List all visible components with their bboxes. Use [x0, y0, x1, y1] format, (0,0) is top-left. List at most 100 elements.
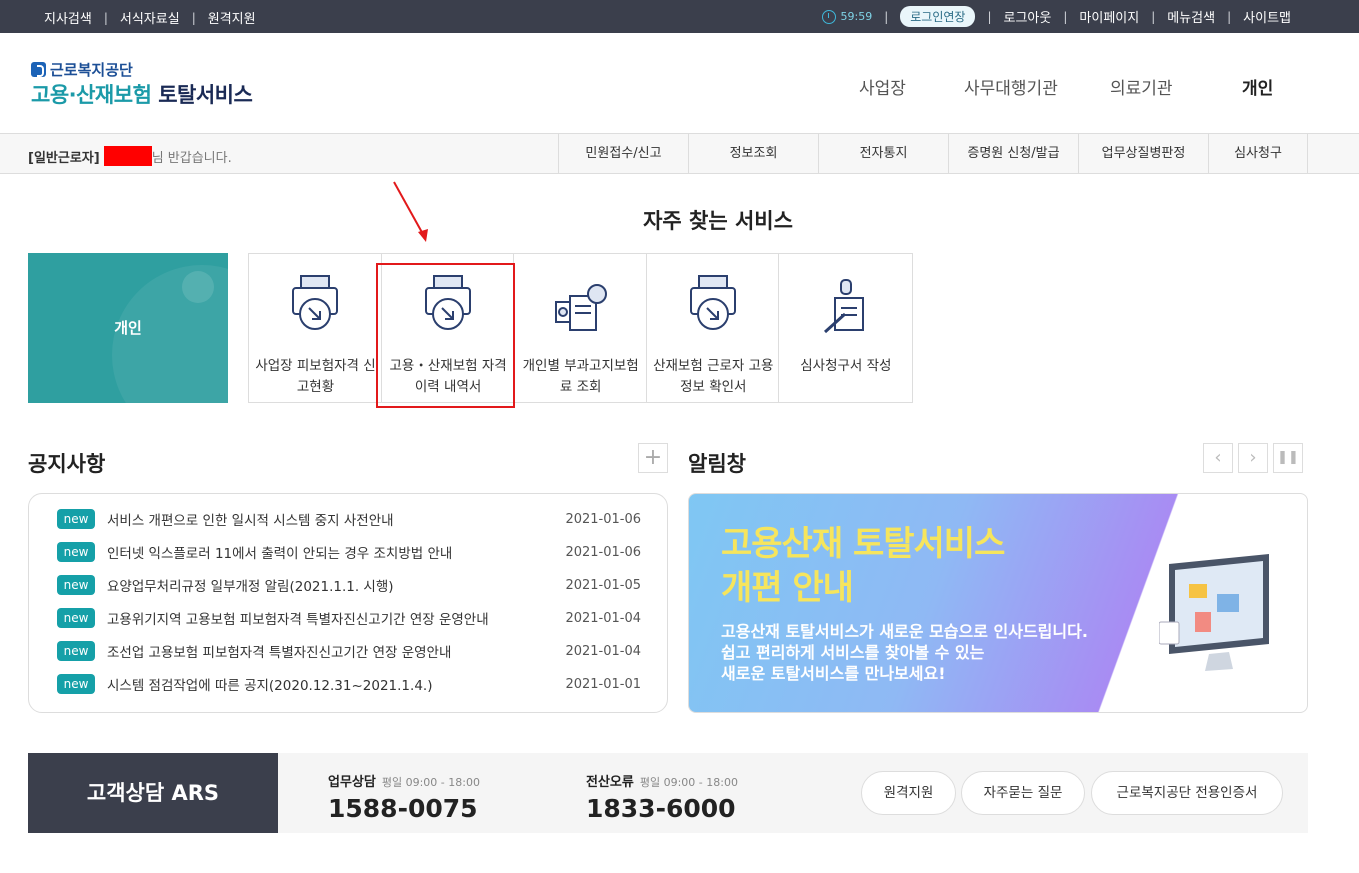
- notice-text: 인터넷 익스플로러 11에서 출력이 안되는 경우 조치방법 안내: [107, 546, 453, 562]
- menu-search-link[interactable]: 메뉴검색: [1167, 7, 1215, 26]
- nav-personal[interactable]: 개인: [1242, 74, 1273, 99]
- nav-medical[interactable]: 의료기관: [1110, 74, 1173, 99]
- monitor-illustration: [1159, 554, 1269, 671]
- certificate-button[interactable]: 근로복지공단 전용인증서: [1091, 771, 1283, 815]
- list-item[interactable]: new 요양업무처리규정 일부개정 알림(2021.1.1. 시행) 2021-…: [57, 574, 641, 596]
- contact-hours: 평일 09:00 - 18:00: [381, 776, 480, 789]
- branch-search-link[interactable]: 지사검색: [44, 8, 92, 27]
- next-slide-button[interactable]: ›: [1238, 443, 1268, 473]
- forms-library-link[interactable]: 서식자료실: [120, 8, 180, 27]
- remote-support-button[interactable]: 원격지원: [861, 771, 956, 815]
- separator: |: [1063, 9, 1068, 24]
- printer-download-icon: [292, 275, 338, 330]
- service-logo[interactable]: 고용·산재보험 토탈서비스: [31, 79, 253, 109]
- highlight-box-annotation: [376, 263, 515, 408]
- banner-text-line: 새로운 토탈서비스를 만나보세요!: [721, 664, 946, 683]
- redacted-username: [103, 146, 152, 166]
- menu-review-request[interactable]: 심사청구: [1208, 134, 1308, 174]
- favorites-title: 자주 찾는 서비스: [643, 209, 793, 233]
- red-arrow-annotation: [393, 181, 428, 242]
- list-item[interactable]: new 조선업 고용보험 피보험자격 특별자진신고기간 연장 운영안내 2021…: [57, 640, 641, 662]
- chevron-left-icon: ‹: [1214, 447, 1222, 468]
- nav-workplace[interactable]: 사업장: [859, 74, 906, 99]
- sub-menu: 민원접수/신고 정보조회 전자통지 증명원 신청/발급 업무상질병판정 심사청구: [558, 134, 1308, 174]
- menu-civil-application[interactable]: 민원접수/신고: [558, 134, 688, 174]
- notices-more-button[interactable]: +: [638, 443, 668, 473]
- separator: |: [884, 9, 889, 24]
- org-name: 근로복지공단: [50, 61, 133, 79]
- service-label: 개인별 부과고지보험료 조회: [522, 358, 639, 395]
- service-label: 심사청구서 작성: [800, 358, 892, 374]
- remote-support-link[interactable]: 원격지원: [208, 8, 256, 27]
- welcome-message: [일반근로자] 님 반갑습니다.: [28, 146, 232, 166]
- new-badge: new: [57, 674, 95, 694]
- notices-title: 공지사항: [28, 452, 106, 476]
- notice-date: 2021-01-04: [565, 643, 641, 659]
- contact-label: 업무상담: [328, 775, 376, 790]
- chevron-right-icon: ›: [1249, 447, 1257, 468]
- list-item[interactable]: new 시스템 점검작업에 따른 공지(2020.12.31~2021.1.4.…: [57, 673, 641, 695]
- faq-button[interactable]: 자주묻는 질문: [961, 771, 1085, 815]
- user-type: [일반근로자]: [28, 150, 100, 166]
- contact-footer: 고객상담 ARS 업무상담 평일 09:00 - 18:00 1588-0075 …: [28, 753, 1308, 833]
- logout-link[interactable]: 로그아웃: [1004, 7, 1052, 26]
- ars-label: 고객상담 ARS: [28, 753, 278, 833]
- service-employment-info-confirm[interactable]: 산재보험 근로자 고용정보 확인서: [647, 254, 780, 402]
- new-badge: new: [57, 641, 95, 661]
- service-review-request-form[interactable]: 심사청구서 작성: [779, 254, 912, 402]
- notice-text: 고용위기지역 고용보험 피보험자격 특별자진신고기간 연장 운영안내: [107, 612, 489, 628]
- session-timer: 59:59: [821, 9, 873, 24]
- list-item[interactable]: new 고용위기지역 고용보험 피보험자격 특별자진신고기간 연장 운영안내 2…: [57, 607, 641, 629]
- alerts-title: 알림창: [688, 452, 746, 476]
- list-item[interactable]: new 서비스 개편으로 인한 일시적 시스템 중지 사전안내 2021-01-…: [57, 508, 641, 530]
- service-workplace-insured-status[interactable]: 사업장 피보험자격 신고현황: [249, 254, 382, 402]
- personal-tile-label: 개인: [114, 319, 142, 337]
- business-consult-contact: 업무상담 평일 09:00 - 18:00 1588-0075: [328, 771, 480, 823]
- pause-slide-button[interactable]: ❚❚: [1273, 443, 1303, 473]
- contact-hours: 평일 09:00 - 18:00: [639, 776, 738, 789]
- menu-e-notice[interactable]: 전자통지: [818, 134, 948, 174]
- new-badge: new: [57, 575, 95, 595]
- greeting-text: 님 반갑습니다.: [151, 150, 232, 166]
- extend-login-button[interactable]: 로그인연장: [900, 6, 976, 27]
- kcomwel-logo-icon: [31, 62, 46, 77]
- service-label: 산재보험 근로자 고용정보 확인서: [653, 358, 774, 395]
- nav-agency[interactable]: 사무대행기관: [964, 74, 1058, 99]
- new-badge: new: [57, 509, 95, 529]
- notice-date: 2021-01-01: [565, 676, 641, 692]
- menu-disease-judgment[interactable]: 업무상질병판정: [1078, 134, 1208, 174]
- top-utility-bar: 지사검색 | 서식자료실 | 원격지원 59:59 | 로그인연장 | 로그아웃…: [0, 0, 1359, 33]
- favorite-services: 사업장 피보험자격 신고현황 고용・산재보험 자격 이력 내역서 개인별 부과고…: [248, 253, 913, 403]
- notice-date: 2021-01-04: [565, 610, 641, 626]
- service-name-rest: 토탈서비스: [158, 83, 253, 107]
- notice-text: 조선업 고용보험 피보험자격 특별자진신고기간 연장 운영안내: [107, 645, 452, 661]
- personal-category-tile[interactable]: 개인: [28, 253, 228, 403]
- menu-info-inquiry[interactable]: 정보조회: [688, 134, 818, 174]
- banner-title-line1: 고용산재 토탈서비스: [721, 524, 1005, 564]
- notices-list: new 서비스 개편으로 인한 일시적 시스템 중지 사전안내 2021-01-…: [28, 493, 668, 713]
- decor-circle: [182, 271, 214, 303]
- separator: |: [1227, 9, 1232, 24]
- it-error-contact: 전산오류 평일 09:00 - 18:00 1833-6000: [586, 771, 738, 823]
- new-badge: new: [57, 608, 95, 628]
- org-logo[interactable]: 근로복지공단: [31, 59, 133, 80]
- contact-number: 1833-6000: [586, 794, 736, 823]
- timer-value: 59:59: [840, 10, 873, 23]
- mypage-link[interactable]: 마이페이지: [1079, 7, 1139, 26]
- sitemap-link[interactable]: 사이트맵: [1243, 7, 1291, 26]
- prev-slide-button[interactable]: ‹: [1203, 443, 1233, 473]
- pause-icon: ❚❚: [1277, 450, 1299, 465]
- service-premium-inquiry[interactable]: 개인별 부과고지보험료 조회: [514, 254, 647, 402]
- notice-text: 서비스 개편으로 인한 일시적 시스템 중지 사전안내: [107, 513, 394, 529]
- list-item[interactable]: new 인터넷 익스플로러 11에서 출력이 안되는 경우 조치방법 안내 20…: [57, 541, 641, 563]
- notice-text: 요양업무처리규정 일부개정 알림(2021.1.1. 시행): [107, 579, 394, 595]
- alert-banner[interactable]: 고용산재 토탈서비스 개편 안내 고용산재 토탈서비스가 새로운 모습으로 인사…: [688, 493, 1308, 713]
- separator: |: [191, 10, 196, 25]
- document-search-icon: [555, 284, 608, 331]
- separator: |: [103, 10, 108, 25]
- menu-certificate[interactable]: 증명원 신청/발급: [948, 134, 1078, 174]
- new-badge: new: [57, 542, 95, 562]
- contact-label: 전산오류: [586, 775, 634, 790]
- service-name-highlight: 고용·산재보험: [31, 83, 152, 107]
- notice-date: 2021-01-06: [565, 544, 641, 560]
